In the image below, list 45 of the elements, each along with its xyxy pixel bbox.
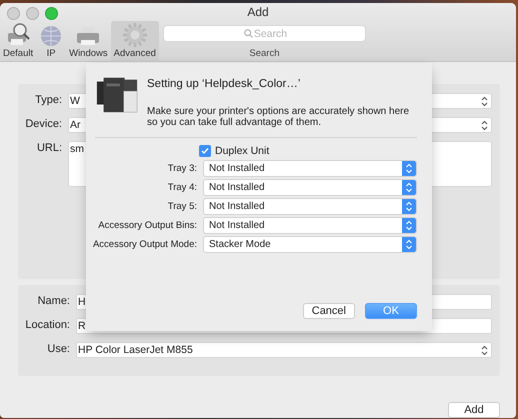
window-title: Add	[247, 5, 269, 19]
stepper-icon	[402, 180, 416, 195]
option-label: Accessory Output Bins:	[98, 220, 197, 232]
field-label: Type:	[34, 93, 62, 106]
option-label: Tray 5:	[168, 200, 197, 212]
option-popup[interactable]: Stacker Mode	[203, 236, 417, 253]
search-icon	[244, 29, 254, 38]
field-label: Device:	[24, 117, 62, 130]
minimize-icon[interactable]	[26, 7, 39, 20]
stepper-icon	[402, 237, 416, 252]
option-popup[interactable]: Not Installed	[203, 217, 417, 234]
option-popup[interactable]: Not Installed	[203, 179, 417, 196]
toolbar-tab[interactable]: Advanced	[110, 21, 159, 61]
toolbar-tab[interactable]: Default	[0, 21, 36, 61]
field-label: URL:	[36, 141, 62, 154]
option-popup[interactable]: Not Installed	[203, 160, 417, 177]
stepper-icon	[402, 199, 416, 214]
stepper-icon	[402, 218, 416, 233]
option-label: Accessory Output Mode:	[92, 238, 197, 250]
stepper-icon	[402, 161, 416, 176]
toolbar-tab[interactable]: Windows	[66, 21, 111, 61]
stepper-icon	[481, 96, 488, 107]
option-label: Tray 3:	[168, 162, 197, 174]
zoom-icon[interactable]	[45, 7, 58, 20]
search-field[interactable]: Search	[162, 25, 366, 42]
option-popup[interactable]: Not Installed	[203, 198, 417, 215]
search-label: Search	[249, 48, 280, 59]
checkbox-icon[interactable]	[199, 145, 211, 157]
popup-button[interactable]: HP Color LaserJet M855	[76, 342, 492, 358]
stepper-icon	[481, 120, 488, 131]
add-button[interactable]: Add	[448, 402, 500, 418]
field-label: Location:	[24, 318, 70, 331]
gear-icon	[122, 22, 148, 48]
field-label: Name:	[36, 294, 70, 307]
toolbar-tab[interactable]: IP	[36, 21, 66, 61]
printer-magnifier-icon	[5, 22, 32, 48]
sheet-message: Make sure your printer's options are accurately shown here so you can take full advantage of them.	[147, 106, 410, 128]
option-label: Tray 4:	[168, 182, 197, 194]
field-label: Use:	[46, 342, 70, 355]
duplex-checkbox[interactable]: Duplex Unit	[199, 145, 417, 157]
globe-icon	[39, 24, 64, 48]
stepper-icon	[481, 345, 488, 356]
sheet-title: Setting up ‘Helpdesk_Color…’	[147, 78, 302, 90]
cancel-button[interactable]: Cancel	[302, 303, 355, 319]
close-icon[interactable]	[7, 7, 20, 20]
